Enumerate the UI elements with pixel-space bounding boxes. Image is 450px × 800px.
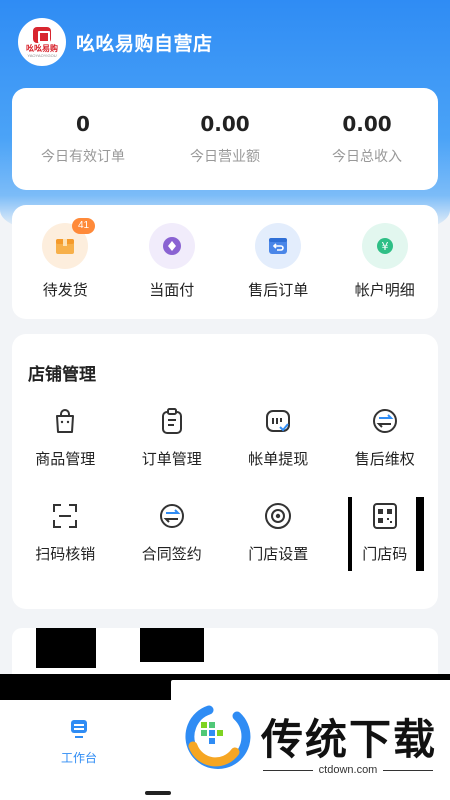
today-stats-card: 0 今日有效订单 0.00 今日营业额 0.00 今日总收入 [12, 88, 438, 190]
workbench-icon [68, 718, 90, 745]
grid-item-contract[interactable]: 合同签约 [119, 499, 226, 564]
bill-icon [261, 404, 295, 438]
qrcode-icon [368, 499, 402, 533]
grid-label: 订单管理 [141, 451, 202, 468]
store-header: 吆吆易购 YAOYAOYIGOU 吆吆易购自营店 [18, 18, 213, 66]
grid-item-orders[interactable]: 订单管理 [119, 404, 226, 469]
redaction-bar [416, 497, 424, 571]
divider [383, 769, 434, 771]
quick-face-pay[interactable]: 当面付 [119, 223, 226, 300]
redaction-bar [348, 497, 352, 571]
grid-label: 扫码核销 [35, 546, 96, 563]
diamond-icon [148, 223, 195, 269]
stat-turnover[interactable]: 0.00 今日营业额 [154, 112, 296, 166]
stat-value: 0.00 [342, 112, 392, 136]
contract-icon [155, 499, 189, 533]
grid-item-after-sale[interactable]: 售后维权 [332, 404, 439, 469]
stat-label: 今日营业额 [190, 148, 260, 164]
grid-item-store-settings[interactable]: 门店设置 [225, 499, 332, 564]
stat-total-income[interactable]: 0.00 今日总收入 [296, 112, 438, 166]
yen-icon: ¥ [361, 223, 408, 269]
logo-text: 吆吆易购 [26, 43, 58, 53]
stat-label: 今日有效订单 [41, 148, 125, 164]
logo-mark-icon [33, 26, 51, 43]
watermark-title: 传统下载 [261, 715, 438, 764]
clipboard-icon [155, 404, 189, 438]
quick-label: 待发货 [42, 282, 88, 299]
return-icon [255, 223, 302, 269]
section-title: 店铺管理 [28, 365, 96, 384]
stat-value: 0.00 [200, 112, 250, 136]
watermark-url: ctdown.com [263, 764, 434, 776]
exchange-icon [368, 404, 402, 438]
grid-item-products[interactable]: 商品管理 [12, 404, 119, 469]
grid-label: 门店码 [362, 546, 408, 563]
grid-label: 门店设置 [248, 546, 309, 563]
bag-icon [48, 404, 82, 438]
grid-label: 合同签约 [141, 546, 202, 563]
tab-label: 工作台 [60, 751, 97, 765]
stat-label: 今日总收入 [332, 148, 402, 164]
divider [263, 769, 313, 771]
home-indicator [145, 791, 171, 795]
quick-account-details[interactable]: ¥ 帐户明细 [332, 223, 439, 300]
pending-count-badge: 41 [72, 218, 96, 234]
redaction-block [140, 628, 204, 662]
grid-item-bill-withdraw[interactable]: 帐单提现 [225, 404, 332, 469]
grid-label: 售后维权 [354, 451, 415, 468]
store-name[interactable]: 吆吆易购自营店 [76, 29, 213, 56]
settings-icon [261, 499, 295, 533]
store-management-card: 店铺管理 商品管理 订单管理 帐单提现 售后维权 扫码核销 合同签约 门店设置 … [12, 334, 438, 609]
grid-label: 帐单提现 [248, 451, 309, 468]
store-logo[interactable]: 吆吆易购 YAOYAOYIGOU [18, 18, 66, 66]
quick-label: 当面付 [149, 282, 195, 299]
scan-icon [48, 499, 82, 533]
watermark-logo-icon [179, 702, 251, 774]
svg-text:¥: ¥ [381, 240, 388, 253]
grid-item-scan-verify[interactable]: 扫码核销 [12, 499, 119, 564]
quick-after-sale-orders[interactable]: 售后订单 [225, 223, 332, 300]
quick-label: 售后订单 [248, 282, 309, 299]
quick-pending-shipment[interactable]: 41 待发货 [12, 218, 119, 300]
management-grid: 商品管理 订单管理 帐单提现 售后维权 扫码核销 合同签约 门店设置 门店码 [12, 404, 438, 564]
redaction-block [36, 628, 96, 668]
stat-value: 0 [76, 112, 90, 136]
watermark-overlay: 传统下载 ctdown.com [171, 680, 450, 800]
stat-valid-orders[interactable]: 0 今日有效订单 [12, 112, 154, 166]
quick-actions-card: 41 待发货 当面付 售后订单 ¥ 帐户明细 [12, 205, 438, 319]
grid-label: 商品管理 [35, 451, 96, 468]
quick-label: 帐户明细 [354, 282, 415, 299]
tab-workbench[interactable]: 工作台 [56, 718, 102, 766]
watermark-url-text: ctdown.com [318, 764, 378, 776]
logo-subtext: YAOYAOYIGOU [27, 52, 57, 58]
